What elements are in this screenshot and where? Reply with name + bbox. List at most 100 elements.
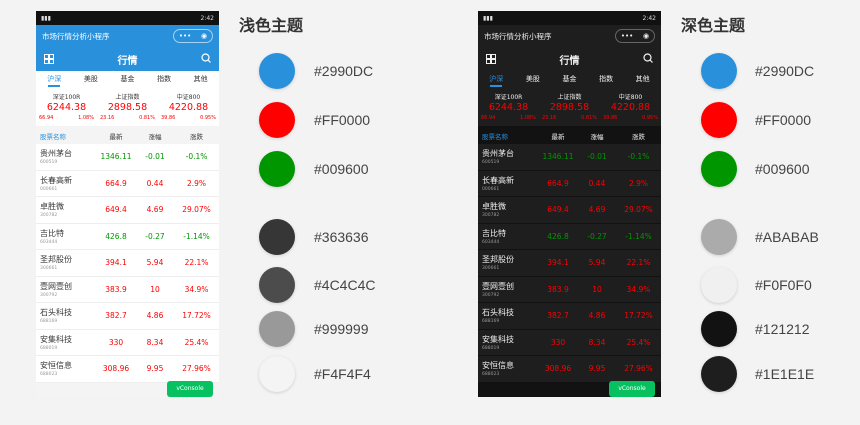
more-icon[interactable]: ••• [179,32,191,40]
close-icon[interactable]: ◉ [643,32,649,40]
tab-other[interactable]: 其他 [182,71,219,88]
stock-percent: 2.9% [186,178,207,188]
color-hex-label: #363636 [314,229,369,245]
more-icon[interactable]: ••• [621,32,633,40]
grid-icon[interactable] [486,54,496,64]
color-hex-label: #2990DC [314,63,374,79]
header-change[interactable]: 涨幅 [136,131,174,141]
index-card[interactable]: 上证指数 2898.58 23.16 0.81% [97,88,158,126]
header-name: 股票名称 [40,133,66,141]
stock-code: 300782 [40,213,58,219]
stock-row[interactable]: 贵州茅台 600519 1346.11 -0.01 -0.1% [478,144,661,171]
miniprogram-title: 市场行情分析小程序 [484,31,552,41]
index-change: 66.94 [481,115,496,121]
search-icon[interactable] [643,53,653,63]
page-title-bar: 行情 [478,47,661,71]
header-percent[interactable]: 涨跌 [174,131,219,141]
index-value: 4220.88 [168,102,209,113]
header-latest[interactable]: 最新 [96,131,136,141]
index-card[interactable]: 深证100R 6244.38 66.94 1.08% [36,88,97,126]
stock-row[interactable]: 圣邦股份 300661 394.1 5.94 22.1% [36,250,219,277]
index-value: 2898.58 [549,102,590,113]
index-name: 深证100R [52,94,81,101]
stock-row[interactable]: 安恒信息 688023 308.96 9.95 27.96% [36,356,219,383]
capsule-menu[interactable]: ••• ◉ [615,29,655,43]
capsule-menu[interactable]: ••• ◉ [173,29,213,43]
tab-shanghai-shenzhen[interactable]: 沪深 [478,71,515,88]
index-card[interactable]: 上证指数 2898.58 23.16 0.81% [539,88,600,126]
color-hex-label: #FF0000 [314,112,371,128]
market-tabs: 沪深 美股 基金 指数 其他 [36,71,219,88]
stock-row[interactable]: 安集科技 688019 330 8.34 25.4% [478,329,661,356]
stock-change: 0.44 [588,178,606,188]
index-card[interactable]: 中证800 4220.88 39.86 0.95% [158,88,219,126]
stock-row[interactable]: 吉比特 603444 426.8 -0.27 -1.14% [478,223,661,250]
stock-row[interactable]: 吉比特 603444 426.8 -0.27 -1.14% [36,223,219,250]
tab-us-stocks[interactable]: 美股 [73,71,110,88]
header-percent[interactable]: 涨跌 [616,131,661,141]
stock-code: 600519 [482,160,500,166]
stock-row[interactable]: 长春高新 000661 664.9 0.44 2.9% [478,170,661,197]
index-percent: 1.08% [78,115,94,121]
stock-name: 贵州茅台 [40,149,72,159]
index-value: 2898.58 [107,102,148,113]
color-swatch [701,267,737,303]
stock-row[interactable]: 石头科技 688169 382.7 4.86 17.72% [36,303,219,330]
stock-name-cell: 安集科技 688019 [478,334,538,351]
tab-us-stocks[interactable]: 美股 [515,71,552,88]
page-title: 行情 [117,55,138,67]
stock-percent: -1.14% [183,231,210,241]
index-card[interactable]: 中证800 4220.88 39.86 0.95% [600,88,661,126]
stock-name: 石头科技 [482,308,514,318]
vconsole-button[interactable]: vConsole [609,381,655,397]
color-swatch [701,356,737,392]
stock-percent: 29.07% [624,205,653,215]
tab-other[interactable]: 其他 [624,71,661,88]
stock-name-cell: 壹网壹创 300792 [36,281,96,298]
stock-code: 300661 [482,266,500,272]
stock-row[interactable]: 长春高新 000661 664.9 0.44 2.9% [36,170,219,197]
index-summary: 深证100R 6244.38 66.94 1.08% 上证指数 2898.58 2… [478,88,661,126]
header-change[interactable]: 涨幅 [578,131,616,141]
stock-percent: 27.96% [182,364,211,374]
tab-indices[interactable]: 指数 [146,71,183,88]
stock-row[interactable]: 壹网壹创 300792 383.9 10 34.9% [36,276,219,303]
header-latest[interactable]: 最新 [538,131,578,141]
stock-list: 贵州茅台 600519 1346.11 -0.01 -0.1% 长春高新 000661 664… [478,144,661,383]
index-value: 6244.38 [488,102,529,113]
stock-row[interactable]: 石头科技 688169 382.7 4.86 17.72% [478,303,661,330]
stock-percent: 34.9% [184,284,209,294]
tab-funds[interactable]: 基金 [109,71,146,88]
stock-change: 4.69 [146,205,164,215]
index-change: 23.16 [100,115,115,121]
search-icon[interactable] [201,53,211,63]
stock-code: 603444 [40,239,58,245]
stock-row[interactable]: 安恒信息 688023 308.96 9.95 27.96% [478,356,661,383]
page-title: 行情 [559,55,580,67]
stock-change: -0.27 [145,231,165,241]
stock-price: 664.9 [547,178,569,188]
stock-change: 10 [592,284,602,294]
stock-row[interactable]: 圣邦股份 300661 394.1 5.94 22.1% [478,250,661,277]
stock-row[interactable]: 贵州茅台 600519 1346.11 -0.01 -0.1% [36,144,219,171]
stock-name: 长春高新 [482,175,514,185]
tab-shanghai-shenzhen[interactable]: 沪深 [36,71,73,88]
grid-icon[interactable] [44,54,54,64]
close-icon[interactable]: ◉ [201,32,207,40]
stock-row[interactable]: 壹网壹创 300792 383.9 10 34.9% [478,276,661,303]
stock-code: 688023 [482,372,500,378]
tab-indices[interactable]: 指数 [588,71,625,88]
stock-name: 石头科技 [40,308,72,318]
light-phone-screen: ▮▮▮ 2:42 市场行情分析小程序 ••• ◉ 行情 沪深 美股 基金 指数 … [36,11,219,397]
vconsole-button[interactable]: vConsole [167,381,213,397]
color-swatch [259,267,295,303]
color-hex-label: #2990DC [755,63,815,79]
stock-row[interactable]: 卓胜微 300782 649.4 4.69 29.07% [36,197,219,224]
stock-price: 383.9 [547,284,569,294]
index-card[interactable]: 深证100R 6244.38 66.94 1.08% [478,88,539,126]
tab-funds[interactable]: 基金 [551,71,588,88]
stock-row[interactable]: 安集科技 688019 330 8.34 25.4% [36,329,219,356]
color-hex-label: #1E1E1E [755,366,815,382]
color-swatch [259,356,295,392]
stock-row[interactable]: 卓胜微 300782 649.4 4.69 29.07% [478,197,661,224]
